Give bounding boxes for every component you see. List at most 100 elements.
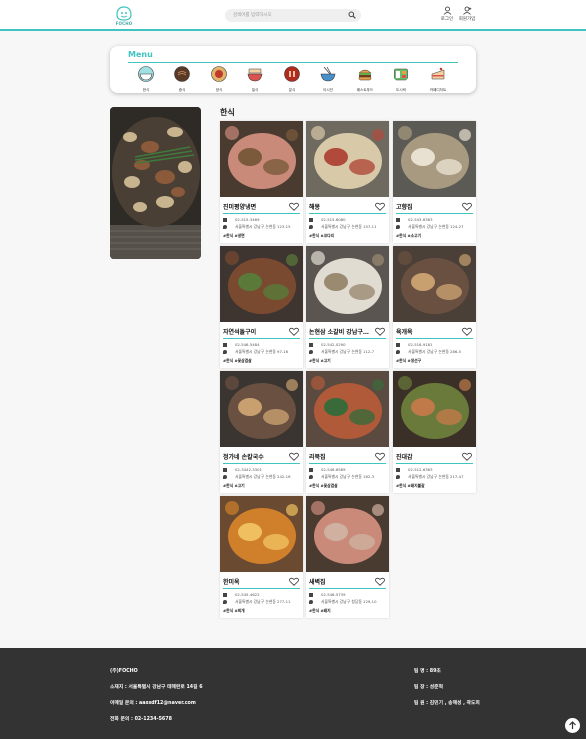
restaurant-card[interactable]: 자연석돌구이 02-546-5484 서울특별시 강남구 논현동 97-16 #한식 … — [220, 246, 303, 368]
restaurant-card[interactable]: 육개옥 02-516-9181 서울특별시 강남구 논현동 286-5 #한식 #생선… — [393, 246, 476, 368]
restaurant-photo[interactable] — [393, 371, 476, 447]
category-cafe[interactable]: 카페디저트 — [423, 66, 453, 93]
restaurant-name[interactable]: 진대감 — [396, 452, 462, 461]
phone-row: 02-545-4622 — [223, 592, 259, 597]
restaurant-card[interactable]: 리북집 02-546-6589 서울특별시 강남구 논현동 162-3 #한식 #꽃삼… — [306, 371, 389, 493]
restaurant-address: 서울특별시 강남구 논현동 162-3 — [321, 474, 375, 479]
restaurant-name[interactable]: 진미평양냉면 — [223, 202, 289, 211]
restaurant-name[interactable]: 새벽집 — [309, 577, 375, 586]
search-icon[interactable] — [348, 11, 356, 19]
restaurant-card[interactable]: 논현삼 소갈비 강남구… 02-542-0290 서울특별시 강남구 논현동 112… — [306, 246, 389, 368]
signup-label: 회원가입 — [458, 17, 476, 22]
restaurant-card[interactable]: 한미옥 02-545-4622 서울특별시 강남구 논현동 277-11 #한식 #찌… — [220, 496, 303, 618]
restaurant-photo[interactable] — [306, 371, 389, 447]
rice-bowl-icon — [138, 66, 154, 82]
restaurant-address: 서울특별시 강남구 논현동 286-5 — [408, 349, 462, 354]
restaurant-tags: #한식 #생선구 — [396, 358, 422, 363]
restaurant-name[interactable]: 고향집 — [396, 202, 462, 211]
location-pin-icon — [396, 350, 400, 354]
restaurant-phone: 02-545-4622 — [235, 592, 260, 597]
heart-icon[interactable] — [289, 577, 299, 586]
search-bar[interactable]: 검색어를 입력하시오 — [225, 9, 361, 22]
scroll-top-button[interactable] — [565, 718, 580, 733]
restaurant-tags: #한식 #소고기 — [396, 233, 422, 238]
heart-icon[interactable] — [462, 327, 472, 336]
category-korean[interactable]: 한식 — [131, 66, 161, 93]
heart-icon[interactable] — [375, 327, 385, 336]
category-lunchbox[interactable]: 도시락 — [386, 66, 416, 93]
restaurant-photo[interactable] — [306, 121, 389, 197]
restaurant-card[interactable]: 해몽 02-515-6080 서울특별시 강남구 논현동 157-11 #한식 #코다… — [306, 121, 389, 243]
heart-icon[interactable] — [375, 577, 385, 586]
search-input[interactable]: 검색어를 입력하시오 — [233, 12, 272, 19]
site-footer: (주)FOCHO 소재지 : 서울특별시 강남구 테헤란로 14길 6 이메일 … — [0, 648, 586, 739]
restaurant-photo[interactable] — [306, 496, 389, 572]
heart-icon[interactable] — [289, 202, 299, 211]
restaurant-address: 서울특별시 강남구 논현동 157-11 — [321, 224, 377, 229]
heart-icon[interactable] — [289, 452, 299, 461]
phone-row: 02-546-5739 — [309, 592, 345, 597]
restaurant-photo[interactable] — [220, 121, 303, 197]
heart-icon[interactable] — [462, 202, 472, 211]
restaurant-tags: #한식 #냉면 — [223, 233, 245, 238]
footer-address: 소재지 : 서울특별시 강남구 테헤란로 14길 6 — [110, 685, 203, 690]
restaurant-phone: 02-546-5739 — [321, 592, 346, 597]
jajangmyeon-icon — [174, 66, 190, 82]
restaurant-name[interactable]: 한미옥 — [223, 577, 289, 586]
restaurant-name[interactable]: 리북집 — [309, 452, 375, 461]
restaurant-name[interactable]: 해몽 — [309, 202, 375, 211]
location-pin-icon — [309, 350, 313, 354]
category-chinese[interactable]: 중식 — [167, 66, 197, 93]
category-label: 아시안 — [323, 88, 333, 92]
category-label: 일식 — [251, 88, 259, 92]
restaurant-address: 서울특별시 강남구 논현동 277-11 — [235, 599, 291, 604]
restaurant-name[interactable]: 정가네 손칼국수 — [223, 452, 289, 461]
address-row: 서울특별시 강남구 청담동 129-10 — [309, 599, 377, 604]
heart-icon[interactable] — [375, 202, 385, 211]
restaurant-photo[interactable] — [306, 246, 389, 322]
restaurant-name[interactable]: 자연석돌구이 — [223, 327, 289, 336]
address-row: 서울특별시 강남구 논현동 217-47 — [396, 474, 464, 479]
restaurant-phone: 02-515-3469 — [235, 217, 260, 222]
restaurant-card[interactable]: 정가네 손칼국수 02-3442-3301 서울특별시 강남구 논현동 242-16… — [220, 371, 303, 493]
login-label: 로그인 — [440, 17, 454, 22]
restaurant-card[interactable]: 진미평양냉면 02-515-3469 서울특별시 강남구 논현동 123-15 #한식… — [220, 121, 303, 243]
restaurant-photo[interactable] — [220, 246, 303, 322]
restaurant-phone: 02-3442-3301 — [235, 467, 262, 472]
heart-icon[interactable] — [462, 452, 472, 461]
phone-row: 02-546-5484 — [223, 342, 259, 347]
restaurant-photo[interactable] — [220, 371, 303, 447]
restaurant-address: 서울특별시 강남구 논현동 217-47 — [408, 474, 464, 479]
restaurant-photo[interactable] — [393, 246, 476, 322]
restaurant-tags: #한식 #고기 — [223, 483, 245, 488]
phone-icon — [223, 468, 227, 472]
category-fastfood[interactable]: 패스트푸드 — [350, 66, 380, 93]
restaurant-photo[interactable] — [393, 121, 476, 197]
category-asian[interactable]: 아시안 — [313, 66, 343, 93]
restaurant-name[interactable]: 논현삼 소갈비 강남구… — [309, 327, 375, 336]
menu-divider — [128, 62, 458, 63]
location-pin-icon — [396, 225, 400, 229]
heart-icon[interactable] — [375, 452, 385, 461]
footer-phone: 전화 문의 : 02-1234-5678 — [110, 717, 172, 722]
heart-icon[interactable] — [289, 327, 299, 336]
address-row: 서울특별시 강남구 논현동 277-11 — [223, 599, 291, 604]
restaurant-card[interactable]: 진대감 02-512-6363 서울특별시 강남구 논현동 217-47 #한식 #돼… — [393, 371, 476, 493]
signup-button[interactable]: 회원가입 — [456, 6, 478, 26]
category-snack[interactable]: 분식 — [277, 66, 307, 93]
category-western[interactable]: 양식 — [204, 66, 234, 93]
footer-company: (주)FOCHO — [110, 669, 138, 674]
category-japanese[interactable]: 일식 — [240, 66, 270, 93]
tteokbokki-icon — [284, 66, 300, 82]
login-button[interactable]: 로그인 — [436, 6, 458, 26]
restaurant-photo[interactable] — [220, 496, 303, 572]
burger-icon — [358, 69, 372, 81]
restaurant-card[interactable]: 고향집 02-543-6363 서울특별시 강남구 논현동 124-27 #한식 #소… — [393, 121, 476, 243]
restaurant-name[interactable]: 육개옥 — [396, 327, 462, 336]
location-pin-icon — [396, 475, 400, 479]
featured-food-image — [110, 107, 201, 259]
category-label: 도시락 — [396, 88, 406, 92]
restaurant-phone: 02-516-9181 — [408, 342, 433, 347]
card-divider — [309, 213, 386, 214]
restaurant-card[interactable]: 새벽집 02-546-5739 서울특별시 강남구 청담동 129-10 #한식 #돼… — [306, 496, 389, 618]
